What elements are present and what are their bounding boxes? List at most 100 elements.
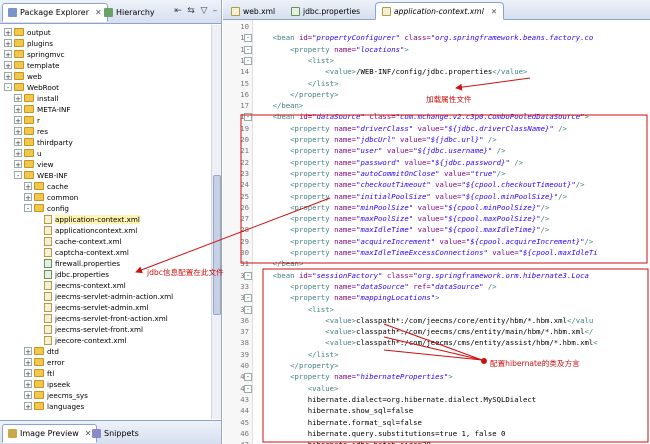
code-line[interactable]: <bean id="dataSource" class="com.mchange… [255,112,589,121]
expand-toggle-icon[interactable]: + [4,72,12,81]
code-line[interactable]: <property name="driverClass" value="${jd… [255,124,567,133]
code-token: <property [290,123,335,133]
code-line[interactable]: <property name="hibernateProperties"> [255,372,453,381]
code-line[interactable]: hibernate.query.substitutions=true 1, fa… [255,429,506,438]
code-line[interactable]: </property> [255,90,338,99]
expand-toggle-icon[interactable]: + [14,127,22,136]
tab-jdbc-properties[interactable]: jdbc.properties [285,2,366,20]
code-line[interactable]: hibernate.dialect=org.hibernate.dialect.… [255,395,536,404]
code-line[interactable]: <property name="acquireIncrement" value=… [255,237,593,246]
minimize-icon[interactable]: – [210,6,220,16]
expand-toggle-icon[interactable]: + [24,347,32,356]
code-line[interactable]: </property> [255,361,338,370]
code-line[interactable]: </list> [255,79,339,88]
code-line[interactable]: <property name="dataSource" ref="dataSou… [255,282,497,291]
code-line[interactable]: <value>classpath*:/com/jeecms/cms/entity… [255,338,597,347]
expand-toggle-icon[interactable]: + [24,358,32,367]
code-line[interactable]: hibernate.jdbc.batch_size=20 [255,440,431,444]
code-line[interactable]: <property name="maxIdleTimeExcessConnect… [255,248,598,257]
code-token: id= [298,33,313,43]
collapse-toggle-icon[interactable]: - [4,83,12,92]
fold-toggle-icon[interactable]: - [244,384,252,393]
tree-item[interactable]: + languages [0,400,210,412]
code-line[interactable]: <bean id="propertyConfigurer" class="org… [255,33,594,43]
tab-application-context-xml[interactable]: application-context.xml ✕ [375,2,505,20]
code-token: > [584,112,589,122]
code-token: "password" [356,157,400,167]
fold-toggle-icon[interactable]: - [244,271,252,280]
fold-toggle-icon[interactable]: - [244,34,252,43]
expand-toggle-icon[interactable]: + [14,116,22,125]
code-line[interactable]: <property name="mappingLocations"> [255,293,439,302]
tree-scrollbar-thumb[interactable] [213,175,221,315]
fold-toggle-icon[interactable]: - [244,113,252,122]
code-line[interactable]: <property name="user" value="${jdbc.user… [255,146,505,155]
xml-editor: web.xml jdbc.properties application-cont… [223,0,650,444]
expand-toggle-icon[interactable]: + [14,94,22,103]
fold-toggle-icon[interactable]: - [244,373,252,382]
expand-toggle-icon[interactable]: + [4,28,12,37]
close-icon[interactable]: ✕ [491,7,497,16]
expand-toggle-icon[interactable]: + [4,61,12,70]
code-line[interactable]: <list> [255,305,334,314]
code-line[interactable]: <property name="initialPoolSize" value="… [255,192,567,201]
code-line[interactable]: <value>classpath*:/com/jeecms/cms/entity… [255,327,593,336]
code-line[interactable]: <property name="password" value="${jdbc.… [255,158,523,167]
code-line[interactable]: <property name="locations"> [255,45,409,54]
code-line[interactable]: hibernate.show_sql=false [255,406,413,415]
expand-toggle-icon[interactable]: + [24,391,32,400]
code-line[interactable]: <property name="autoCommitOnClose" value… [255,169,505,178]
tab-image-preview[interactable]: Image Preview ✕ [2,424,98,443]
expand-toggle-icon[interactable]: + [14,105,22,114]
fold-toggle-icon[interactable]: - [244,56,252,65]
tab-package-explorer[interactable]: Package Explorer ✕ [2,3,108,22]
code-token: <list> [307,304,335,314]
collapse-toggle-icon[interactable]: - [14,171,22,180]
code-line[interactable]: <value> [255,384,339,393]
code-line[interactable]: <value>/WEB-INF/config/jdbc.properties</… [255,67,527,76]
expand-toggle-icon[interactable]: + [24,402,32,411]
expand-toggle-icon[interactable]: + [24,193,32,202]
folder-icon [34,402,44,410]
tree-scrollbar[interactable] [211,25,221,419]
view-menu-icon[interactable]: ▽ [199,6,209,16]
code-line[interactable]: <value>classpath*:/com/jeecms/core/entit… [255,316,593,325]
fold-toggle-icon[interactable]: - [244,294,252,303]
expand-toggle-icon[interactable]: + [14,149,22,158]
expand-toggle-icon[interactable]: + [24,369,32,378]
code-line[interactable]: <bean id="sessionFactory" class="org.spr… [255,271,589,280]
fold-toggle-icon[interactable]: - [244,305,252,314]
code-line[interactable]: hibernate.format_sql=false [255,418,422,427]
code-line[interactable]: </bean> [255,259,304,268]
code-line[interactable]: </bean> [255,101,304,110]
line-number: 47 [223,440,249,444]
line-number: 36 [240,315,249,325]
collapse-toggle-icon[interactable]: - [24,204,32,213]
link-with-editor-icon[interactable]: ⇆ [186,6,196,16]
expand-toggle-icon[interactable]: + [24,380,32,389]
code-line[interactable]: <property name="maxPoolSize" value="${cp… [255,214,549,223]
collapse-all-icon[interactable]: ⇤ [173,6,183,16]
code-line[interactable]: <property name="minPoolSize" value="${cp… [255,203,549,212]
code-line[interactable]: <property name="jdbcUrl" value="${jdbc.u… [255,135,497,144]
expand-toggle-icon[interactable]: + [24,182,32,191]
tab-web-xml[interactable]: web.xml [225,2,281,20]
code-token: hibernate.jdbc.batch_size=20 [255,440,431,444]
fold-toggle-icon[interactable]: - [244,45,252,54]
expand-toggle-icon[interactable]: + [4,50,12,59]
code-line[interactable]: </list> [255,350,339,359]
editor-tab-bar: web.xml jdbc.properties application-cont… [223,0,650,20]
expand-toggle-icon[interactable]: + [14,138,22,147]
code-line[interactable]: <property name="checkoutTimeout" value="… [255,180,584,189]
code-line[interactable]: <property name="maxIdleTime" value="${cp… [255,225,549,234]
expand-toggle-icon[interactable]: + [14,160,22,169]
tab-hierarchy[interactable]: Hierarchy [98,3,161,22]
code-line[interactable]: <list> [255,56,334,65]
expand-toggle-icon[interactable]: + [4,39,12,48]
tab-snippets[interactable]: Snippets [86,424,145,443]
